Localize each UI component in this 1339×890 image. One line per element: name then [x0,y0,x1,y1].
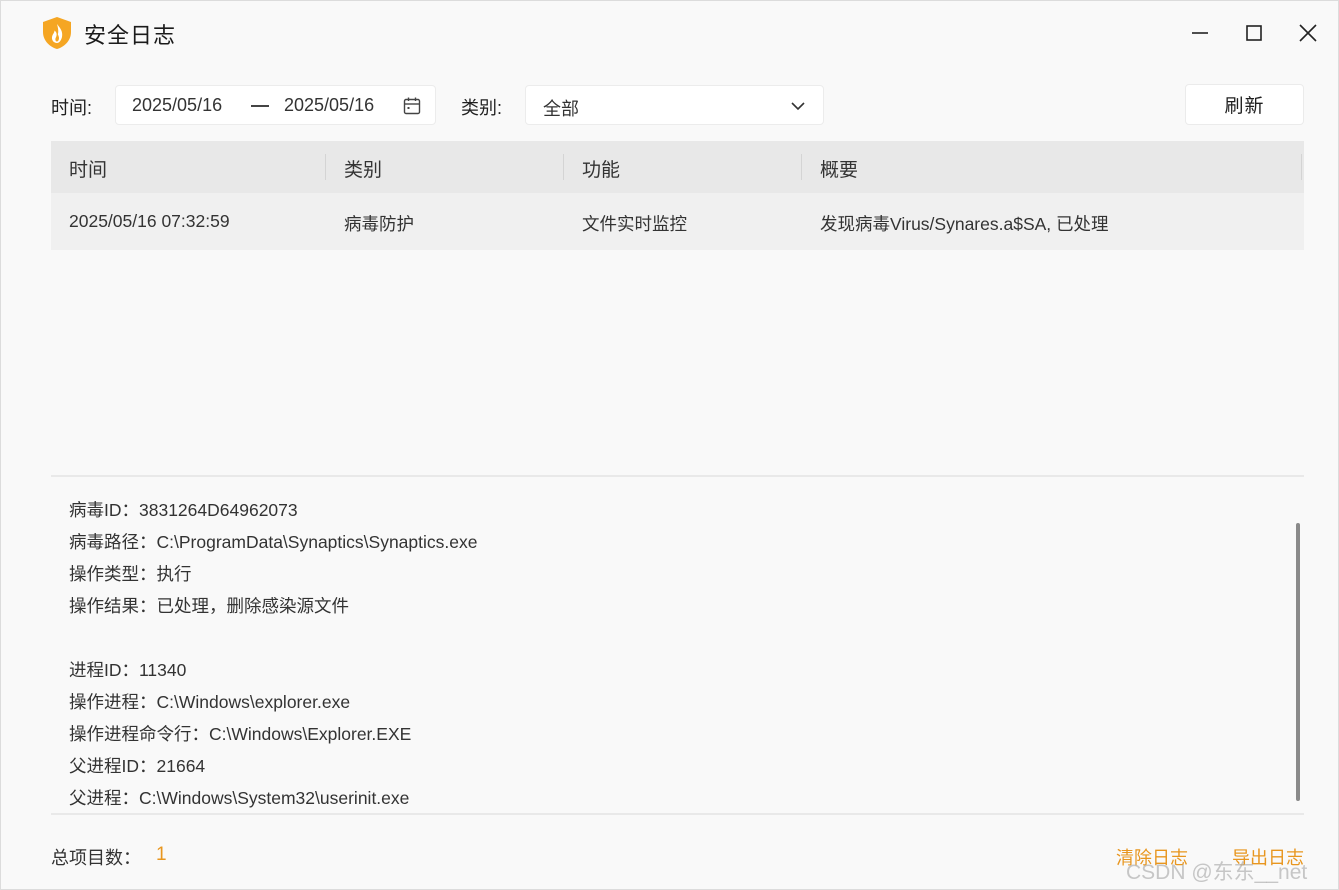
refresh-button[interactable]: 刷新 [1185,84,1304,125]
date-end-field[interactable]: 2025/05/16 [284,95,374,116]
log-detail-panel: 病毒ID：3831264D64962073 病毒路径：C:\ProgramDat… [69,495,1269,815]
column-divider[interactable] [1301,154,1302,180]
column-divider[interactable] [801,154,802,180]
minimize-button[interactable] [1182,15,1218,51]
detail-virus-path: 病毒路径：C:\ProgramData\Synaptics\Synaptics.… [69,532,478,552]
category-filter-label: 类别: [461,98,503,118]
column-header-function[interactable]: 功能 [582,155,620,182]
watermark: CSDN @东东__net [1126,861,1308,884]
detail-process-id: 进程ID：11340 [69,660,187,680]
detail-process-cmdline: 操作进程命令行：C:\Windows\Explorer.EXE [69,724,412,744]
footer-divider [51,813,1304,815]
detail-virus-id: 病毒ID：3831264D64962073 [69,500,298,520]
column-divider[interactable] [563,154,564,180]
date-start-field[interactable]: 2025/05/16 [132,95,222,116]
shield-flame-logo-icon [41,16,73,50]
close-icon [1299,24,1317,42]
column-header-summary[interactable]: 概要 [820,155,858,182]
window-title: 安全日志 [84,23,177,48]
category-selected-value: 全部 [543,99,579,119]
cell-function: 文件实时监控 [582,214,687,234]
table-header: 时间 类别 功能 概要 [51,141,1304,193]
detail-process: 操作进程：C:\Windows\explorer.exe [69,692,351,712]
category-select[interactable]: 全部 [525,85,824,125]
table-row[interactable]: 2025/05/16 07:32:59 病毒防护 文件实时监控 发现病毒Viru… [51,193,1304,250]
maximize-icon [1246,25,1262,41]
column-header-time[interactable]: 时间 [69,155,107,182]
detail-parent-process-id: 父进程ID：21664 [69,756,206,776]
time-filter-label: 时间: [51,98,93,118]
maximize-button[interactable] [1236,15,1272,51]
detail-operation-type: 操作类型：执行 [69,564,192,584]
cell-time: 2025/05/16 07:32:59 [69,211,230,231]
security-log-window: 安全日志 时间: 2025/05/16 2025/05/16 类别: 全部 刷新… [0,0,1339,890]
total-items-label: 总项目数： [51,848,141,868]
close-button[interactable] [1290,15,1326,51]
total-items-count: 1 [156,844,167,865]
chevron-down-icon [790,98,806,119]
detail-divider [51,475,1304,477]
column-divider[interactable] [325,154,326,180]
date-range-separator [251,105,269,107]
date-range-picker[interactable]: 2025/05/16 2025/05/16 [115,85,436,125]
cell-category: 病毒防护 [344,214,414,234]
calendar-icon[interactable] [402,96,422,121]
column-header-category[interactable]: 类别 [344,155,382,182]
detail-scrollbar[interactable] [1296,523,1300,801]
detail-spacer [69,623,1269,655]
detail-operation-result: 操作结果：已处理，删除感染源文件 [69,596,349,616]
title-bar[interactable]: 安全日志 [1,1,1338,65]
log-table: 时间 类别 功能 概要 2025/05/16 07:32:59 病毒防护 文件实… [51,141,1304,250]
detail-parent-process: 父进程：C:\Windows\System32\userinit.exe [69,788,410,808]
minimize-icon [1192,32,1208,34]
cell-summary: 发现病毒Virus/Synares.a$SA, 已处理 [820,214,1109,234]
